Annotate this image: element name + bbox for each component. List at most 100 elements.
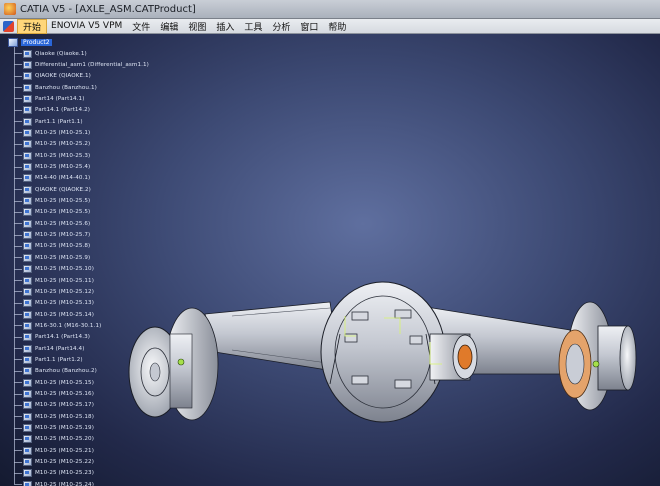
- tree-item[interactable]: M10-25 (M10-25.9): [14, 252, 90, 263]
- menu-view[interactable]: 视图: [183, 20, 211, 33]
- tree-item[interactable]: M10-25 (M10-25.5): [14, 207, 90, 218]
- tree-item[interactable]: M10-25 (M10-25.1): [14, 127, 90, 138]
- tree-root-label[interactable]: Product2: [21, 39, 52, 46]
- tree-item[interactable]: M10-25 (M10-25.6): [14, 218, 90, 229]
- tree-item[interactable]: Banzhou (Banzhou.2): [14, 366, 97, 377]
- tree-item[interactable]: Part14.1 (Part14.2): [14, 105, 90, 116]
- tree-item[interactable]: M10-25 (M10-25.15): [14, 377, 94, 388]
- menu-analyze[interactable]: 分析: [267, 20, 295, 33]
- part-node-icon: [23, 390, 32, 398]
- tree-item[interactable]: M10-25 (M10-25.8): [14, 241, 90, 252]
- menu-enovia[interactable]: ENOVIA V5 VPM: [46, 21, 127, 31]
- menu-edit[interactable]: 编辑: [155, 20, 183, 33]
- product-root-icon: [8, 38, 18, 47]
- start-menu-icon[interactable]: [3, 20, 14, 32]
- menu-start[interactable]: 开始: [16, 18, 48, 34]
- tree-item-label: M10-25 (M10-25.21): [35, 447, 94, 454]
- tree-item[interactable]: Part14 (Part14.4): [14, 343, 85, 354]
- tree-item[interactable]: M10-25 (M10-25.12): [14, 286, 94, 297]
- title-bar: CATIA V5 - [AXLE_ASM.CATProduct]: [0, 0, 660, 19]
- tree-item[interactable]: M10-25 (M10-25.17): [14, 400, 94, 411]
- tree-item[interactable]: Qiaoke (Qiaoke.1): [14, 48, 87, 59]
- tree-branch-line: [14, 87, 22, 89]
- part-node-icon: [23, 412, 32, 421]
- tree-item[interactable]: M10-25 (M10-25.19): [14, 423, 94, 434]
- tree-branch-line: [14, 325, 22, 327]
- tree-branch-line: [14, 166, 22, 168]
- tree-branch-line: [14, 53, 22, 54]
- tree-item[interactable]: M10-25 (M10-25.16): [14, 389, 94, 400]
- tree-branch-line: [14, 132, 22, 134]
- tree-item[interactable]: M10-25 (M10-25.13): [14, 298, 94, 309]
- part-node-icon: [23, 197, 32, 206]
- tree-item[interactable]: M10-25 (M10-25.23): [14, 468, 94, 479]
- tree-item[interactable]: M10-25 (M10-25.10): [14, 264, 94, 275]
- tree-item[interactable]: QIAOKE (QIAOKE.1): [14, 71, 91, 82]
- tree-root[interactable]: Product2: [8, 37, 52, 48]
- tree-branch-line: [14, 268, 22, 270]
- tree-item[interactable]: M10-25 (M10-25.24): [14, 479, 94, 486]
- menu-insert[interactable]: 插入: [211, 20, 239, 33]
- tree-item[interactable]: M10-25 (M10-25.4): [14, 162, 90, 173]
- tree-item-label: M10-25 (M10-25.16): [35, 391, 94, 397]
- tree-item[interactable]: M16-30.1 (M16-30.1.1): [14, 320, 101, 331]
- tree-branch-line: [14, 223, 22, 225]
- part-node-icon: [23, 163, 32, 171]
- tree-branch-line: [14, 382, 22, 384]
- tree-item-label: M10-25 (M10-25.12): [35, 288, 94, 295]
- tree-item[interactable]: M14-40 (M14-40.1): [14, 173, 90, 184]
- tree-item[interactable]: Part1.1 (Part1.1): [14, 116, 83, 127]
- tree-item-label: M10-25 (M10-25.9): [35, 254, 91, 261]
- specification-tree[interactable]: Product2 Qiaoke (Qiaoke.1) Differential_a…: [0, 34, 250, 486]
- menu-help[interactable]: 帮助: [323, 20, 351, 33]
- tree-item[interactable]: Part14 (Part14.1): [14, 93, 85, 104]
- menu-file[interactable]: 文件: [127, 20, 155, 33]
- tree-item-label: M10-25 (M10-25.11): [35, 277, 94, 284]
- tree-branch-line: [14, 461, 22, 463]
- tree-item-label: Part14.1 (Part14.2): [35, 107, 91, 114]
- tree-item[interactable]: M10-25 (M10-25.18): [14, 411, 94, 422]
- tree-item-label: Part1.1 (Part1.1): [35, 118, 83, 125]
- tree-item[interactable]: M10-25 (M10-25.5): [14, 196, 90, 207]
- tree-item[interactable]: M10-25 (M10-25.20): [14, 434, 94, 445]
- menu-window[interactable]: 窗口: [295, 20, 323, 33]
- tree-branch-line: [14, 257, 22, 259]
- menu-bar: 开始 ENOVIA V5 VPM 文件 编辑 视图 插入 工具 分析 窗口 帮助: [0, 18, 660, 34]
- tree-branch-line: [14, 245, 22, 247]
- tree-item-label: M10-25 (M10-25.15): [35, 379, 94, 386]
- part-node-icon: [23, 208, 32, 217]
- tree-item-label: M10-25 (M10-25.20): [35, 436, 94, 443]
- tree-item-label: M10-25 (M10-25.4): [35, 164, 91, 170]
- part-node-icon: [23, 458, 32, 467]
- tree-item[interactable]: M10-25 (M10-25.2): [14, 139, 90, 150]
- tree-item[interactable]: Differential_asm1 (Differential_asm1.1): [14, 59, 149, 70]
- tree-item[interactable]: Part1.1 (Part1.2): [14, 354, 83, 365]
- menu-tools[interactable]: 工具: [239, 20, 267, 33]
- tree-item[interactable]: QIAOKE (QIAOKE.2): [14, 184, 91, 195]
- tree-item[interactable]: Banzhou (Banzhou.1): [14, 82, 97, 93]
- tree-item[interactable]: Part14.1 (Part14.3): [14, 332, 90, 343]
- part-node-icon: [23, 287, 32, 296]
- tree-item[interactable]: M10-25 (M10-25.22): [14, 457, 94, 468]
- tree-branch-line: [14, 359, 22, 361]
- part-node-icon: [23, 106, 32, 115]
- tree-item[interactable]: M10-25 (M10-25.14): [14, 309, 94, 320]
- 3d-viewport[interactable]: Product2 Qiaoke (Qiaoke.1) Differential_a…: [0, 34, 660, 486]
- part-node-icon: [23, 151, 32, 160]
- tree-branch-line: [14, 336, 22, 338]
- tree-branch-line: [14, 472, 22, 474]
- tree-branch-line: [14, 291, 22, 293]
- tree-item-label: M10-25 (M10-25.2): [35, 141, 91, 148]
- differential-housing: [320, 281, 446, 423]
- tree-item[interactable]: M10-25 (M10-25.7): [14, 230, 90, 241]
- tree-branch-line: [14, 98, 22, 100]
- part-node-icon: [23, 321, 32, 330]
- part-node-icon: [23, 367, 32, 376]
- tree-item[interactable]: M10-25 (M10-25.3): [14, 150, 90, 161]
- tree-branch-line: [14, 121, 22, 123]
- tree-branch-line: [14, 314, 22, 316]
- tree-item[interactable]: M10-25 (M10-25.11): [14, 275, 94, 286]
- tree-item[interactable]: M10-25 (M10-25.21): [14, 445, 94, 456]
- tree-item-label: M10-25 (M10-25.14): [35, 311, 94, 318]
- part-node-icon: [23, 253, 32, 262]
